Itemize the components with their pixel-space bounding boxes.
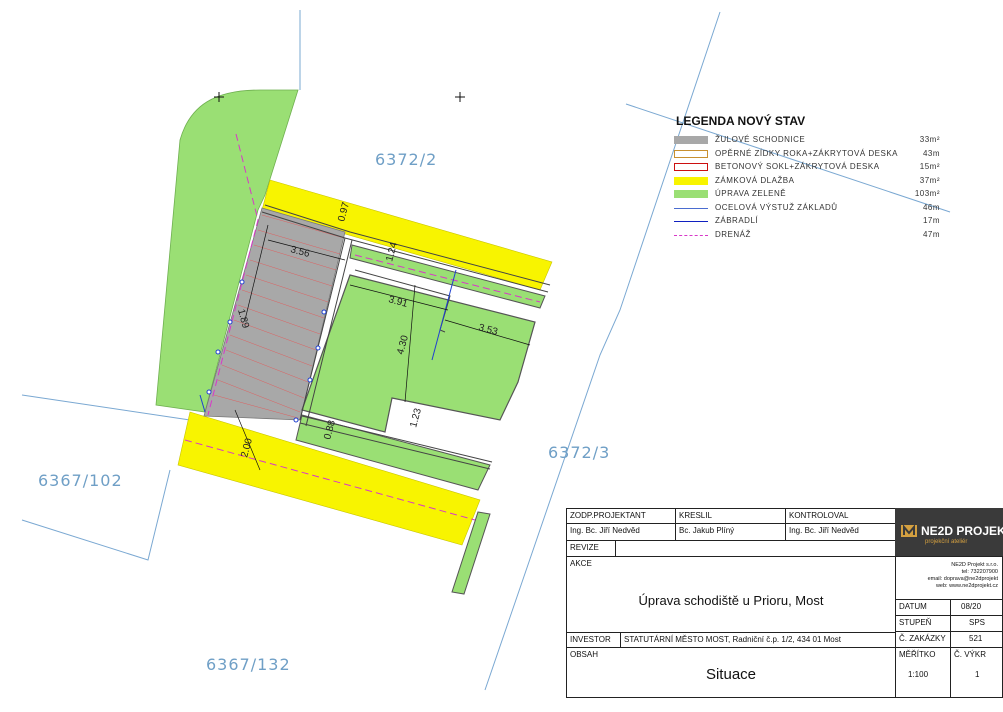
legend-label: ZÁBRADLÍ	[715, 216, 759, 225]
kontroloval-label: KONTROLOVAL	[789, 511, 849, 520]
legend-qty: 33m²	[919, 135, 940, 144]
legend-qty: 103m²	[914, 189, 940, 198]
stupen-label-cell: STUPEŇ	[895, 615, 951, 632]
logo-mark-icon	[901, 525, 917, 537]
zakazky-value: 521	[969, 634, 983, 643]
legend-qty: 17m	[922, 216, 940, 225]
legend-label: ŽULOVÉ SCHODNICE	[715, 135, 806, 144]
legend-row: OCELOVÁ VÝSTUŽ ZÁKLADŮ 46m	[668, 202, 948, 216]
legend-label: DRENÁŽ	[715, 229, 751, 239]
kreslil-name-cell: Bc. Jakub Plíný	[675, 523, 786, 541]
investor-label: INVESTOR	[570, 635, 611, 644]
meritko-label: MĚŘÍTKO	[899, 650, 936, 659]
logo-subtext: projekční ateliér	[925, 539, 968, 545]
kontroloval-name-cell: Ing. Bc. Jiří Nedvěd	[785, 523, 896, 541]
zodp-label-cell: ZODP.PROJEKTANT	[566, 508, 676, 524]
legend-label: ZÁMKOVÁ DLAŽBA	[715, 175, 795, 185]
revize-value-cell	[615, 540, 896, 557]
kreslil-label-cell: KRESLIL	[675, 508, 786, 524]
legend-row: ZÁBRADLÍ 17m	[668, 215, 948, 229]
obsah-label: OBSAH	[570, 650, 599, 659]
legend-swatch	[674, 149, 708, 158]
dim-label: 1.23	[408, 407, 424, 429]
zakazky-label-cell: Č. ZAKÁZKY	[895, 631, 951, 648]
legend-row: ŽULOVÉ SCHODNICE 33m²	[668, 134, 948, 148]
zodp-label: ZODP.PROJEKTANT	[570, 511, 646, 520]
legend-swatch	[674, 136, 708, 144]
legend-swatch	[674, 163, 708, 171]
kreslil-name: Bc. Jakub Plíný	[679, 526, 735, 535]
legend-qty: 46m	[922, 202, 940, 212]
legend-swatch	[674, 190, 708, 198]
legend-row: ZÁMKOVÁ DLAŽBA 37m²	[668, 175, 948, 189]
company-name: NE2D Projekt s.r.o.	[951, 562, 998, 568]
obsah-cell: OBSAH Situace	[566, 647, 896, 698]
datum-label: DATUM	[899, 602, 927, 611]
stupen-label: STUPEŇ	[899, 618, 932, 627]
parcel-label-4: 6367/132	[206, 655, 291, 674]
stupen-value-cell: SPS	[950, 615, 1003, 632]
legend: LEGENDA NOVÝ STAV ŽULOVÉ SCHODNICE 33m² …	[668, 114, 948, 242]
datum-label-cell: DATUM	[895, 599, 951, 616]
legend-swatch	[674, 234, 708, 236]
investor-label-cell: INVESTOR	[566, 632, 621, 648]
datum-value: 08/20	[961, 602, 982, 611]
legend-swatch	[674, 221, 708, 222]
zakazky-value-cell: 521	[950, 631, 1003, 648]
company-web: web: www.ne2dprojekt.cz	[935, 583, 998, 589]
legend-row: OPĚRNÉ ZÍDKY ROKA+ZÁKRYTOVÁ DESKA 43m	[668, 148, 948, 162]
legend-row: ÚPRAVA ZELENĚ 103m²	[668, 188, 948, 202]
legend-qty: 43m	[922, 148, 940, 158]
legend-swatch	[674, 207, 708, 209]
obsah-value: Situace	[705, 666, 757, 683]
legend-label: ÚPRAVA ZELENĚ	[715, 189, 787, 198]
investor-value-cell: STATUTÁRNÍ MĚSTO MOST, Radniční č.p. 1/2…	[620, 632, 896, 648]
akce-value: Úprava schodiště u Prioru, Most	[638, 593, 824, 608]
zakazky-label: Č. ZAKÁZKY	[899, 634, 946, 643]
kontroloval-label-cell: KONTROLOVAL	[785, 508, 896, 524]
revize-label: REVIZE	[570, 543, 599, 552]
legend-title: LEGENDA NOVÝ STAV	[676, 114, 806, 128]
parcel-label-1: 6372/2	[375, 150, 437, 169]
akce-cell: AKCE Úprava schodiště u Prioru, Most	[566, 556, 896, 633]
vykresu-cell: Č. VÝKR 1	[950, 647, 1003, 698]
kontroloval-name: Ing. Bc. Jiří Nedvěd	[789, 526, 859, 535]
zodp-name-cell: Ing. Bc. Jiří Nedvěd	[566, 523, 676, 541]
legend-qty: 37m²	[919, 175, 940, 185]
parcel-label-3: 6367/102	[38, 471, 123, 490]
vykresu-value: 1	[975, 670, 980, 679]
investor-value: STATUTÁRNÍ MĚSTO MOST, Radniční č.p. 1/2…	[624, 635, 841, 644]
legend-row: DRENÁŽ 47m	[668, 229, 948, 243]
datum-value-cell: 08/20	[950, 599, 1003, 616]
parcel-label-2: 6372/3	[548, 443, 610, 462]
legend-qty: 47m	[922, 229, 940, 239]
meritko-cell: MĚŘÍTKO 1:100	[895, 647, 951, 698]
meritko-value: 1:100	[908, 670, 929, 679]
legend-qty: 15m²	[919, 162, 940, 171]
zodp-name: Ing. Bc. Jiří Nedvěd	[570, 526, 640, 535]
company-tel: tel: 732207900	[961, 569, 998, 575]
green-planter-main	[301, 274, 536, 433]
company-logo: NE2D PROJEK projekční ateliér	[895, 508, 1003, 557]
legend-label: OCELOVÁ VÝSTUŽ ZÁKLADŮ	[715, 202, 838, 212]
legend-swatch	[674, 176, 708, 185]
company-info-cell: NE2D Projekt s.r.o. tel: 732207900 email…	[895, 556, 1003, 600]
akce-label: AKCE	[570, 559, 592, 568]
logo-text: NE2D PROJEK	[921, 524, 1003, 538]
legend-row: BETONOVÝ SOKL+ZÁKRYTOVÁ DESKA 15m²	[668, 161, 948, 175]
revize-label-cell: REVIZE	[566, 540, 616, 557]
legend-label: BETONOVÝ SOKL+ZÁKRYTOVÁ DESKA	[715, 162, 880, 171]
stupen-value: SPS	[969, 618, 986, 627]
legend-label: OPĚRNÉ ZÍDKY ROKA+ZÁKRYTOVÁ DESKA	[715, 148, 898, 158]
kreslil-label: KRESLIL	[679, 511, 712, 520]
company-email: email: dopravа@ne2dprojekt	[927, 576, 998, 582]
title-block: ZODP.PROJEKTANT KRESLIL KONTROLOVAL Ing.…	[566, 508, 1003, 698]
vykresu-label: Č. VÝKR	[954, 650, 987, 659]
